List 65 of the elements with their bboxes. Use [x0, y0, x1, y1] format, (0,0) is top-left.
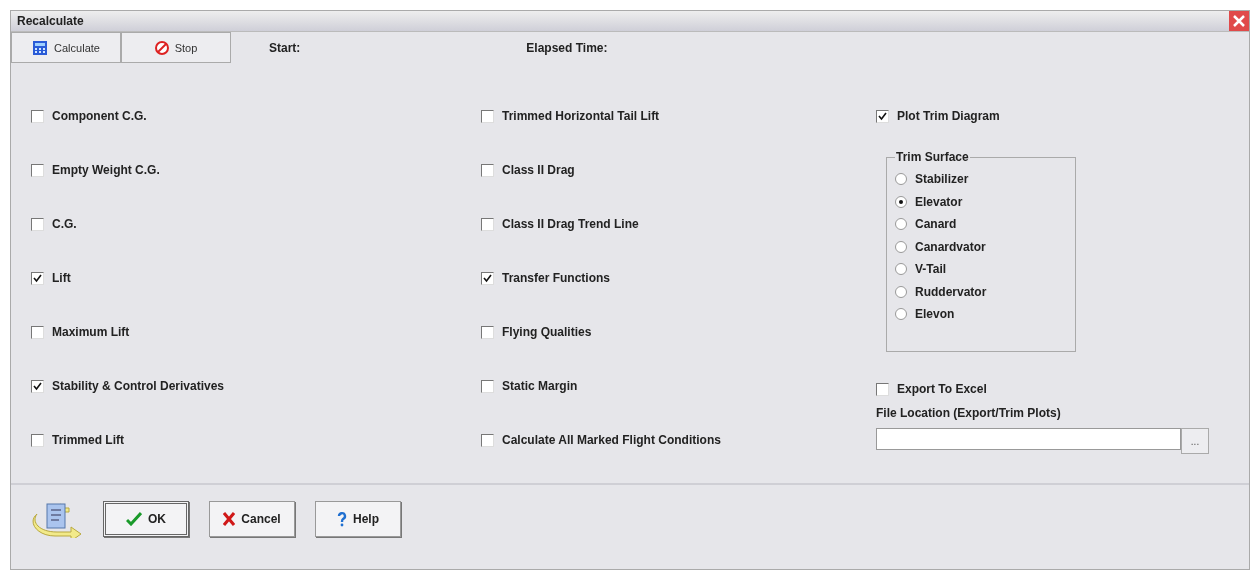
checkbox-label: Trimmed Horizontal Tail Lift [502, 109, 660, 123]
checkbox[interactable] [31, 379, 44, 393]
checkbox[interactable] [31, 109, 44, 123]
checkbox[interactable] [876, 382, 889, 396]
radio-button[interactable] [895, 308, 907, 321]
checkbox-label: Component C.G. [52, 109, 147, 123]
ok-button[interactable]: OK [103, 501, 189, 537]
radio-label: Elevon [915, 307, 955, 322]
checkbox[interactable] [31, 433, 44, 447]
checkbox[interactable] [481, 163, 494, 177]
checkbox[interactable] [31, 217, 44, 231]
radio-label: Stabilizer [915, 172, 969, 187]
checkbox-label: Class II Drag [502, 163, 575, 177]
checkbox-label: Calculate All Marked Flight Conditions [502, 433, 721, 447]
cancel-button[interactable]: Cancel [209, 501, 295, 537]
checkbox-label: Lift [52, 271, 71, 285]
radio-button[interactable] [895, 263, 907, 276]
radio-label: Canardvator [915, 239, 986, 254]
radio-button[interactable] [895, 195, 907, 208]
checkbox-label: Stability & Control Derivatives [52, 379, 225, 393]
field-label: File Location (Export/Trim Plots) [876, 406, 1061, 420]
radio-label: Canard [915, 217, 957, 232]
calculator-icon [32, 39, 49, 56]
help-button[interactable]: Help [315, 501, 401, 537]
checkbox[interactable] [481, 109, 494, 123]
radio-label: Elevator [915, 194, 963, 209]
start-label: Start: [269, 40, 301, 55]
elapsed-time-label: Elapsed Time: [526, 40, 608, 55]
checkbox[interactable] [481, 325, 494, 339]
browse-button[interactable]: ... [1181, 428, 1209, 454]
checkbox[interactable] [31, 271, 44, 285]
checkbox-label: Static Margin [502, 379, 578, 393]
radio-label: V-Tail [915, 262, 947, 277]
checkbox[interactable] [31, 325, 44, 339]
checkbox-label: Empty Weight C.G. [52, 163, 160, 177]
close-button[interactable] [1229, 11, 1249, 31]
stop-button[interactable]: Stop [121, 32, 231, 63]
calculate-button[interactable]: Calculate [11, 32, 121, 63]
checkbox[interactable] [31, 163, 44, 177]
checkbox-label: Maximum Lift [52, 325, 130, 339]
checkbox[interactable] [481, 217, 494, 231]
group-title: Trim Surface [895, 150, 970, 164]
radio-button[interactable] [895, 240, 907, 253]
checkbox-label: Export To Excel [897, 382, 987, 396]
stop-icon [154, 40, 169, 55]
radio-button[interactable] [895, 173, 907, 186]
cross-icon [223, 512, 236, 526]
question-icon [337, 511, 347, 527]
radio-label: Ruddervator [915, 284, 987, 299]
checkbox-label: C.G. [52, 217, 77, 231]
radio-button[interactable] [895, 218, 907, 231]
checkbox[interactable] [481, 379, 494, 393]
file-location-field[interactable] [876, 428, 1181, 450]
checkmark-icon [126, 512, 142, 526]
checkbox-label: Transfer Functions [502, 271, 611, 285]
checkbox-label: Trimmed Lift [52, 433, 124, 447]
window-title: Recalculate [17, 14, 84, 28]
checkbox[interactable] [481, 271, 494, 285]
checkbox-label: Flying Qualities [502, 325, 592, 339]
checkbox[interactable] [876, 109, 889, 123]
document-arrow-icon [31, 500, 83, 538]
checkbox-label: Class II Drag Trend Line [502, 217, 639, 231]
checkbox[interactable] [481, 433, 494, 447]
checkbox-label: Plot Trim Diagram [897, 109, 1000, 123]
radio-button[interactable] [895, 285, 907, 298]
